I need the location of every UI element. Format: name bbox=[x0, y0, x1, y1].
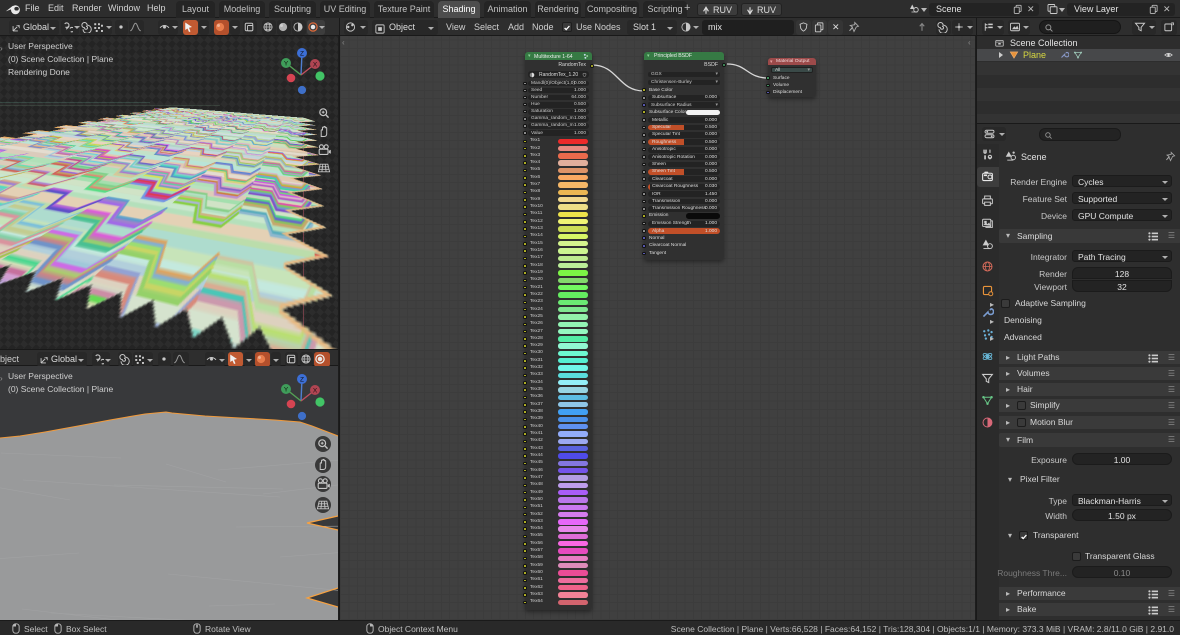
svg-text:Y: Y bbox=[284, 387, 289, 394]
svg-text:Z: Z bbox=[300, 51, 304, 58]
svg-text:X: X bbox=[313, 388, 318, 395]
svg-text:X: X bbox=[313, 62, 318, 69]
svg-text:Y: Y bbox=[284, 61, 289, 68]
svg-text:Z: Z bbox=[300, 377, 304, 384]
